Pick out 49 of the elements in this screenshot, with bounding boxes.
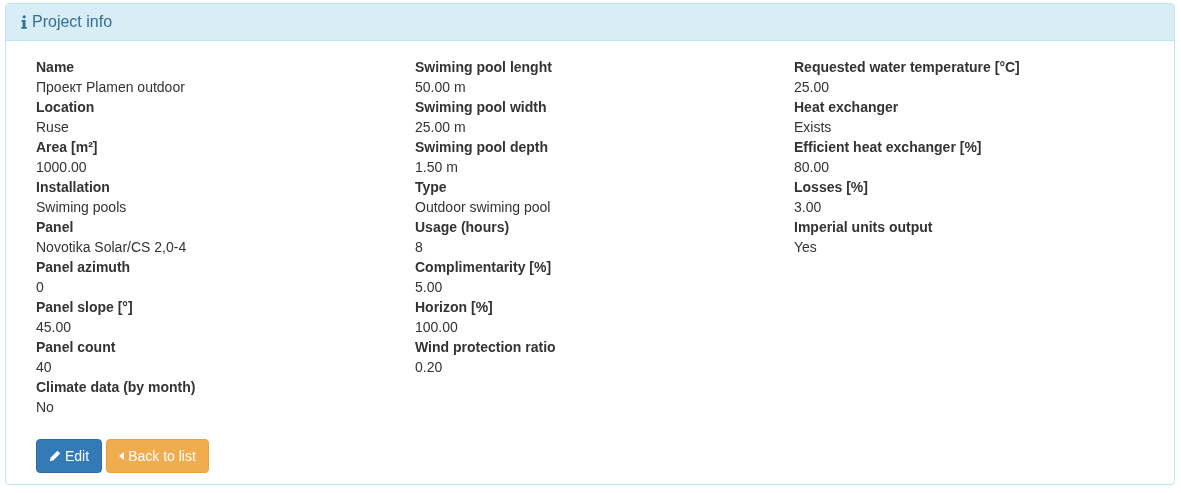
- field-value: 1000.00: [36, 158, 88, 177]
- field-label: Imperial units output: [794, 218, 934, 237]
- field-value: Ruse: [36, 118, 70, 137]
- field-label: Name: [36, 58, 76, 77]
- field-label: Panel count: [36, 338, 117, 357]
- field-label: Area [m²]: [36, 138, 99, 157]
- field-value: Yes: [794, 238, 818, 257]
- field-label: Swiming pool lenght: [415, 58, 553, 77]
- field-value: Novotika Solar/CS 2,0-4: [36, 238, 188, 257]
- field-label: Usage (hours): [415, 218, 511, 237]
- field-label: Location: [36, 98, 96, 117]
- field-value: Swiming pools: [36, 198, 128, 217]
- field-value: 50.00 m: [415, 78, 467, 97]
- field-value: Exists: [794, 118, 833, 137]
- field-value: 25.00 m: [415, 118, 467, 137]
- field-label: Horizon [%]: [415, 298, 494, 317]
- field-label: Losses [%]: [794, 178, 869, 197]
- field-label: Swiming pool width: [415, 98, 548, 117]
- caret-icon: [119, 452, 125, 460]
- field-label: Heat exchanger: [794, 98, 900, 117]
- field-label: Efficient heat exchanger [%]: [794, 138, 983, 157]
- field-value: 0: [36, 278, 45, 297]
- field-value: 8: [415, 238, 424, 257]
- field-value: 40: [36, 358, 53, 377]
- field-label: Requested water temperature [°C]: [794, 58, 1021, 77]
- field-label: Installation: [36, 178, 111, 197]
- field-value: 0.20: [415, 358, 444, 377]
- field-value: 3.00: [794, 198, 823, 217]
- field-label: Wind protection ratio: [415, 338, 557, 357]
- field-label: Complimentarity [%]: [415, 258, 553, 277]
- pencil-icon: [49, 450, 61, 462]
- field-value: 1.50 m: [415, 158, 459, 177]
- info-icon: [21, 15, 27, 29]
- field-label: Panel: [36, 218, 75, 237]
- field-value: 25.00: [794, 78, 831, 97]
- field-label: Panel slope [°]: [36, 298, 134, 317]
- field-value: Проект Plamen outdoor: [36, 78, 186, 97]
- panel-title: Project info: [32, 13, 113, 31]
- field-value: Outdoor swiming pool: [415, 198, 552, 217]
- field-label: Swiming pool depth: [415, 138, 549, 157]
- field-value: 45.00: [36, 318, 73, 337]
- field-value: 100.00: [415, 318, 459, 337]
- field-value: 5.00: [415, 278, 444, 297]
- field-label: Type: [415, 178, 448, 197]
- field-label: Panel azimuth: [36, 258, 132, 277]
- field-value: No: [36, 398, 55, 417]
- field-value: 80.00: [794, 158, 831, 177]
- field-label: Climate data (by month): [36, 378, 197, 397]
- edit-button[interactable]: Edit: [36, 439, 103, 473]
